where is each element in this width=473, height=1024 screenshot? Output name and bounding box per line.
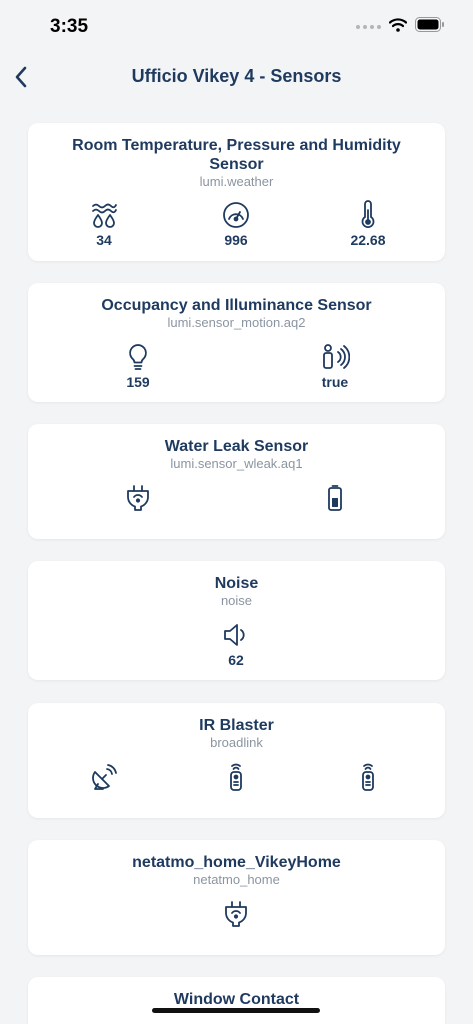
battery-icon (328, 485, 342, 511)
noise-value: 62 (228, 652, 244, 668)
satellite-dish-icon (92, 764, 117, 790)
card-subtitle: lumi.weather (199, 174, 274, 189)
wifi-icon (388, 17, 408, 37)
smart-plug-icon (225, 901, 247, 927)
pressure-gauge-icon (223, 202, 249, 228)
sensor-card-water-leak[interactable]: Water Leak Sensor lumi.sensor_wleak.aq1 (28, 424, 445, 539)
status-time: 3:35 (50, 16, 89, 37)
temperature-reading: 22.68 (338, 200, 398, 248)
remote-control-icon (362, 763, 374, 791)
status-bar: 3:35 (0, 0, 473, 50)
card-subtitle: broadlink (210, 735, 263, 750)
illuminance-reading: 159 (108, 342, 168, 390)
illuminance-value: 159 (126, 374, 150, 390)
home-indicator[interactable] (152, 1008, 320, 1013)
plug-status (108, 483, 168, 513)
sensor-card-netatmo[interactable]: netatmo_home_VikeyHome netatmo_home (28, 840, 445, 955)
plug-status (206, 899, 266, 929)
humidity-reading: 34 (74, 200, 134, 248)
battery-status-icon (415, 17, 445, 37)
card-subtitle: lumi.sensor_motion.aq2 (167, 315, 306, 330)
sensor-card-ir-blaster[interactable]: IR Blaster broadlink (28, 703, 445, 818)
speaker-icon (224, 624, 245, 646)
sensor-card-noise[interactable]: Noise noise 62 (28, 561, 445, 680)
card-title: IR Blaster (199, 717, 274, 734)
humidity-value: 34 (96, 232, 112, 248)
sensor-card-window-contact[interactable]: Window Contact (28, 977, 445, 1024)
remote-control-icon (230, 763, 242, 791)
satellite-status (74, 762, 134, 792)
sensor-card-weather[interactable]: Room Temperature, Pressure and Humidity … (28, 123, 445, 261)
remote-status (206, 762, 266, 792)
card-title: Water Leak Sensor (164, 438, 309, 455)
lightbulb-icon (129, 344, 147, 370)
smart-plug-icon (127, 485, 149, 511)
pressure-reading: 996 (206, 200, 266, 248)
card-title: Window Contact (173, 991, 300, 1008)
pressure-value: 996 (224, 232, 248, 248)
card-title: Room Temperature, Pressure and Humidity … (72, 137, 401, 173)
motion-sensor-icon (323, 344, 350, 369)
status-indicators (356, 17, 445, 37)
card-title: Noise (214, 575, 259, 592)
humidity-icon (92, 203, 117, 228)
motion-value: true (321, 374, 349, 390)
thermometer-icon (361, 200, 375, 228)
navigation-bar: Ufficio Vikey 4 - Sensors (0, 56, 473, 100)
motion-reading: true (305, 342, 365, 390)
noise-reading: 62 (206, 620, 266, 668)
card-subtitle: netatmo_home (193, 872, 280, 887)
card-subtitle: noise (220, 593, 253, 608)
page-title: Ufficio Vikey 4 - Sensors (131, 66, 342, 86)
temperature-value: 22.68 (350, 232, 386, 248)
card-title: Occupancy and Illuminance Sensor (101, 297, 372, 314)
card-subtitle: lumi.sensor_wleak.aq1 (170, 456, 303, 471)
cellular-signal-icon (356, 25, 381, 29)
card-title: netatmo_home_VikeyHome (132, 854, 341, 871)
remote-status (338, 762, 398, 792)
battery-status (305, 483, 365, 513)
sensor-card-occupancy[interactable]: Occupancy and Illuminance Sensor lumi.se… (28, 283, 445, 402)
